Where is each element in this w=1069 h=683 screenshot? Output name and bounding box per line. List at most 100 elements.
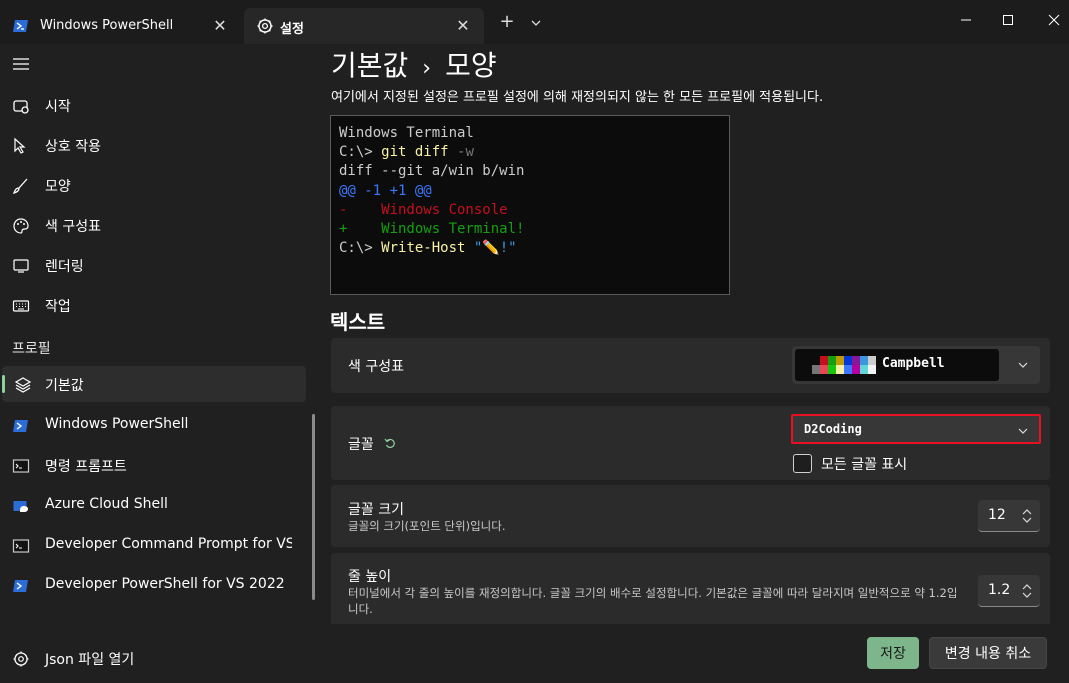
color-scheme-preview: Campbell — [795, 349, 999, 381]
sidebar-item-label: 명령 프롬프트 — [45, 459, 127, 475]
sidebar-item-rendering[interactable]: 렌더링 — [0, 247, 310, 283]
close-window-icon[interactable] — [1042, 8, 1066, 32]
sidebar-item-appearance[interactable]: 모양 — [0, 167, 310, 203]
setting-label: 색 구성표 — [348, 359, 404, 375]
font-face-dropdown[interactable]: D2Coding — [791, 414, 1041, 444]
color-swatch — [828, 365, 836, 374]
font-face-setting: 글꼴 D2Coding 모든 글꼴 표시 — [331, 406, 1050, 480]
font-face-value: D2Coding — [804, 422, 862, 436]
setting-label: 줄 높이 — [348, 569, 392, 585]
preview-line: C:\> git diff -w — [339, 143, 721, 162]
sidebar-item-label: Developer Command Prompt for VS 2022 — [45, 536, 292, 552]
sidebar-item-developer-powershell[interactable]: Developer PowerShell for VS 2022 — [0, 567, 310, 603]
setting-label: 글꼴 크기 — [348, 502, 404, 518]
color-swatch — [812, 365, 820, 374]
chevron-down-icon — [1018, 362, 1028, 368]
tab-title: 설정 — [280, 22, 304, 37]
powershell-icon — [13, 20, 28, 32]
color-swatch — [852, 356, 860, 365]
azure-icon — [13, 501, 28, 512]
minimize-icon[interactable] — [954, 8, 978, 32]
discard-changes-button[interactable]: 변경 내용 취소 — [929, 637, 1047, 669]
preview-line: C:\> Write-Host "✏️!" — [339, 239, 721, 258]
chevron-down-icon — [1018, 428, 1028, 434]
sidebar-item-startup[interactable]: 시작 — [0, 87, 310, 123]
save-button[interactable]: 저장 — [867, 637, 919, 669]
color-swatch — [836, 356, 844, 365]
command-text: Write-Host — [381, 240, 474, 257]
hamburger-menu-icon[interactable] — [12, 56, 30, 72]
prompt-text: C:\> — [339, 240, 382, 257]
main-content: 기본값 › 모양 여기에서 지정된 설정은 프로필 설정에 의해 재정의되지 않는 … — [318, 44, 1069, 624]
font-size-input[interactable]: 12 — [978, 500, 1040, 532]
breadcrumb-separator: › — [422, 56, 432, 81]
sidebar-item-label: 색 구성표 — [45, 219, 101, 235]
color-swatch — [860, 365, 868, 374]
setting-description: 터미널에서 각 줄의 높이를 재정의합니다. 글꼴 크기의 배수로 설정합니다.… — [348, 586, 958, 616]
selection-indicator — [2, 375, 5, 393]
sidebar-item-label: 모양 — [45, 179, 71, 195]
command-text: git diff — [381, 144, 458, 161]
color-swatch — [852, 365, 860, 374]
sidebar-item-label: Developer PowerShell for VS 2022 — [45, 576, 285, 592]
checkbox-label: 모든 글꼴 표시 — [821, 457, 908, 473]
color-swatch — [860, 356, 868, 365]
close-icon[interactable]: ✕ — [211, 16, 229, 35]
sidebar-item-developer-command-prompt[interactable]: Developer Command Prompt for VS 2022 — [0, 527, 310, 563]
spinner-arrows-icon[interactable] — [1022, 584, 1032, 598]
sidebar-item-label: 기본값 — [45, 378, 84, 394]
reset-icon[interactable] — [384, 437, 396, 449]
prompt-text: C:\> — [339, 144, 382, 161]
color-swatch — [844, 356, 852, 365]
sidebar-item-defaults[interactable]: 기본값 — [2, 366, 306, 402]
line-height-input[interactable]: 1.2 — [978, 575, 1040, 607]
sidebar-item-label: Windows PowerShell — [45, 416, 189, 432]
color-swatch — [828, 356, 836, 365]
sidebar-item-actions[interactable]: 작업 — [0, 287, 310, 323]
setting-description: 글꼴의 크기(포인트 단위)입니다. — [348, 519, 506, 533]
sidebar-item-windows-powershell[interactable]: Windows PowerShell — [0, 407, 310, 443]
setting-label: 글꼴 — [348, 437, 374, 453]
sidebar-item-label: 렌더링 — [45, 259, 84, 275]
font-size-value: 12 — [988, 507, 1006, 523]
color-swatch — [820, 365, 828, 374]
cursor-icon — [14, 137, 26, 154]
cmd-icon — [12, 459, 30, 473]
pencil-emoji-icon: ✏️ — [482, 240, 500, 257]
sidebar-scrollbar[interactable] — [312, 414, 315, 600]
powershell-icon — [13, 420, 28, 432]
close-icon[interactable]: ✕ — [454, 16, 472, 35]
sidebar-item-azure-cloud-shell[interactable]: Azure Cloud Shell — [0, 487, 310, 523]
tab-windows-powershell[interactable]: Windows PowerShell ✕ — [0, 8, 241, 44]
color-swatch — [868, 365, 876, 374]
powershell-icon — [13, 580, 28, 592]
line-height-value: 1.2 — [988, 582, 1011, 598]
spinner-arrows-icon[interactable] — [1022, 509, 1032, 523]
color-swatch — [844, 365, 852, 374]
show-all-fonts-checkbox[interactable] — [793, 454, 812, 473]
breadcrumb-parent[interactable]: 기본값 — [331, 49, 408, 82]
preview-line: + Windows Terminal! — [339, 220, 525, 237]
sidebar-item-label: 시작 — [45, 99, 71, 115]
page-description: 여기에서 지정된 설정은 프로필 설정에 의해 재정의되지 않는 한 모든 프로… — [331, 90, 824, 105]
sidebar-item-color-schemes[interactable]: 색 구성표 — [0, 207, 310, 243]
color-scheme-setting: 색 구성표 Campbell — [331, 338, 1050, 393]
color-swatch — [836, 365, 844, 374]
sidebar: 시작 상호 작용 모양 색 구성표 렌더링 작업 프로필 기본값 Windows… — [0, 44, 318, 683]
chevron-down-icon[interactable] — [527, 13, 545, 33]
sidebar-item-interaction[interactable]: 상호 작용 — [0, 127, 310, 163]
monitor-icon — [13, 259, 29, 273]
flag-text: -w — [457, 144, 474, 161]
title-bar: Windows PowerShell ✕ 설정 ✕ + — [0, 0, 1069, 44]
color-swatch — [820, 356, 828, 365]
sidebar-item-command-prompt[interactable]: 명령 프롬프트 — [0, 447, 310, 483]
maximize-icon[interactable] — [996, 8, 1020, 32]
sidebar-item-label: 작업 — [45, 299, 71, 315]
new-tab-button[interactable]: + — [497, 12, 517, 34]
open-json-file-button[interactable]: Json 파일 열기 — [0, 640, 310, 676]
color-scheme-dropdown[interactable]: Campbell — [792, 346, 1040, 384]
preview-line: diff --git a/win b/win — [339, 163, 525, 180]
gear-icon — [13, 651, 29, 667]
tab-settings[interactable]: 설정 ✕ — [244, 8, 484, 44]
color-swatch — [868, 356, 876, 365]
